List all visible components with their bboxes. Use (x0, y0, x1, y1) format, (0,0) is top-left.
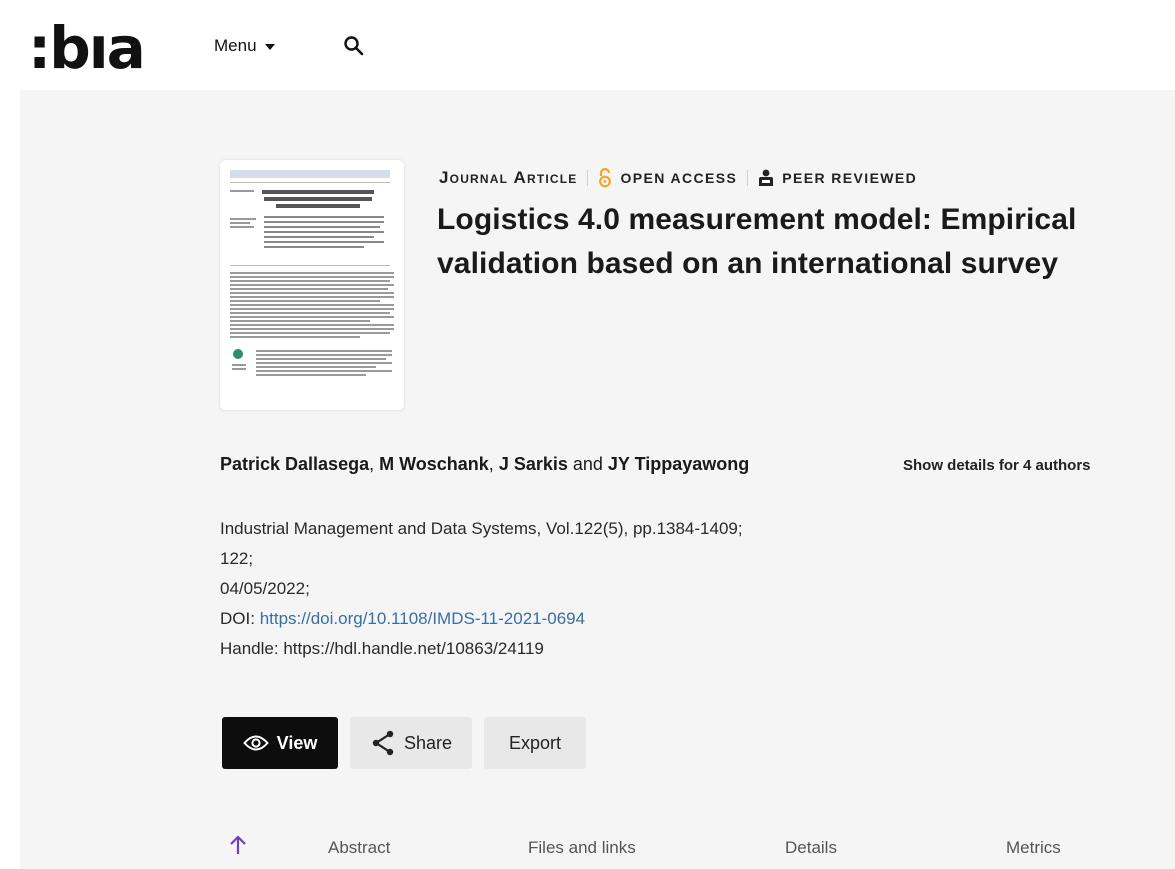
article-type-label: Journal Article (439, 168, 578, 187)
share-button[interactable]: Share (350, 717, 472, 769)
article-panel: Journal Article open access peer reviewe… (20, 90, 1175, 869)
section-tabs: Abstract Files and links Details Metrics (220, 830, 1175, 866)
arrow-up-icon[interactable] (228, 834, 248, 861)
export-button[interactable]: Export (484, 717, 586, 769)
caret-down-icon (264, 44, 275, 50)
eye-icon (242, 735, 269, 751)
menu-label: Menu (214, 36, 257, 55)
site-logo[interactable]: :bıa (28, 8, 146, 88)
tab-details[interactable]: Details (785, 838, 837, 858)
site-header: :bıa Menu (0, 0, 1175, 90)
open-access-icon (599, 168, 612, 188)
tab-abstract[interactable]: Abstract (328, 838, 390, 858)
article-thumbnail[interactable] (220, 160, 404, 410)
citation-meta: Industrial Management and Data Systems, … (220, 514, 743, 664)
tab-metrics[interactable]: Metrics (1006, 838, 1061, 858)
volume-line: 122; (220, 549, 254, 568)
open-access-label: open access (620, 170, 738, 186)
tab-files-and-links[interactable]: Files and links (528, 838, 636, 858)
author-name[interactable]: J Sarkis (499, 454, 568, 474)
author-list: Patrick Dallasega, M Woschank, J Sarkis … (220, 454, 750, 474)
author-name[interactable]: Patrick Dallasega (220, 454, 369, 474)
peer-reviewed-icon (759, 169, 774, 186)
view-button[interactable]: View (222, 717, 338, 769)
search-icon[interactable] (342, 34, 366, 58)
doi-line: DOI: https://doi.org/10.1108/IMDS-11-202… (220, 609, 586, 628)
author-name[interactable]: M Woschank (379, 454, 489, 474)
article-title: Logistics 4.0 measurement model: Empiric… (437, 203, 1077, 280)
article-badges: Journal Article open access peer reviewe… (439, 168, 917, 188)
divider (747, 170, 749, 186)
share-icon (372, 730, 394, 756)
show-author-details-link[interactable]: Show details for 4 authors (903, 457, 1091, 474)
doi-link[interactable]: https://doi.org/10.1108/IMDS-11-2021-069… (260, 609, 585, 628)
divider (587, 170, 589, 186)
menu-button[interactable]: Menu (214, 36, 275, 56)
peer-reviewed-label: peer reviewed (782, 170, 918, 186)
date-line: 04/05/2022; (220, 579, 310, 598)
journal-line: Industrial Management and Data Systems, … (220, 519, 743, 538)
peer-reviewed-badge: peer reviewed (758, 169, 917, 187)
author-name[interactable]: JY Tippayawong (608, 454, 749, 474)
open-access-badge: open access (598, 168, 737, 188)
handle-line[interactable]: Handle: https://hdl.handle.net/10863/241… (220, 634, 743, 664)
